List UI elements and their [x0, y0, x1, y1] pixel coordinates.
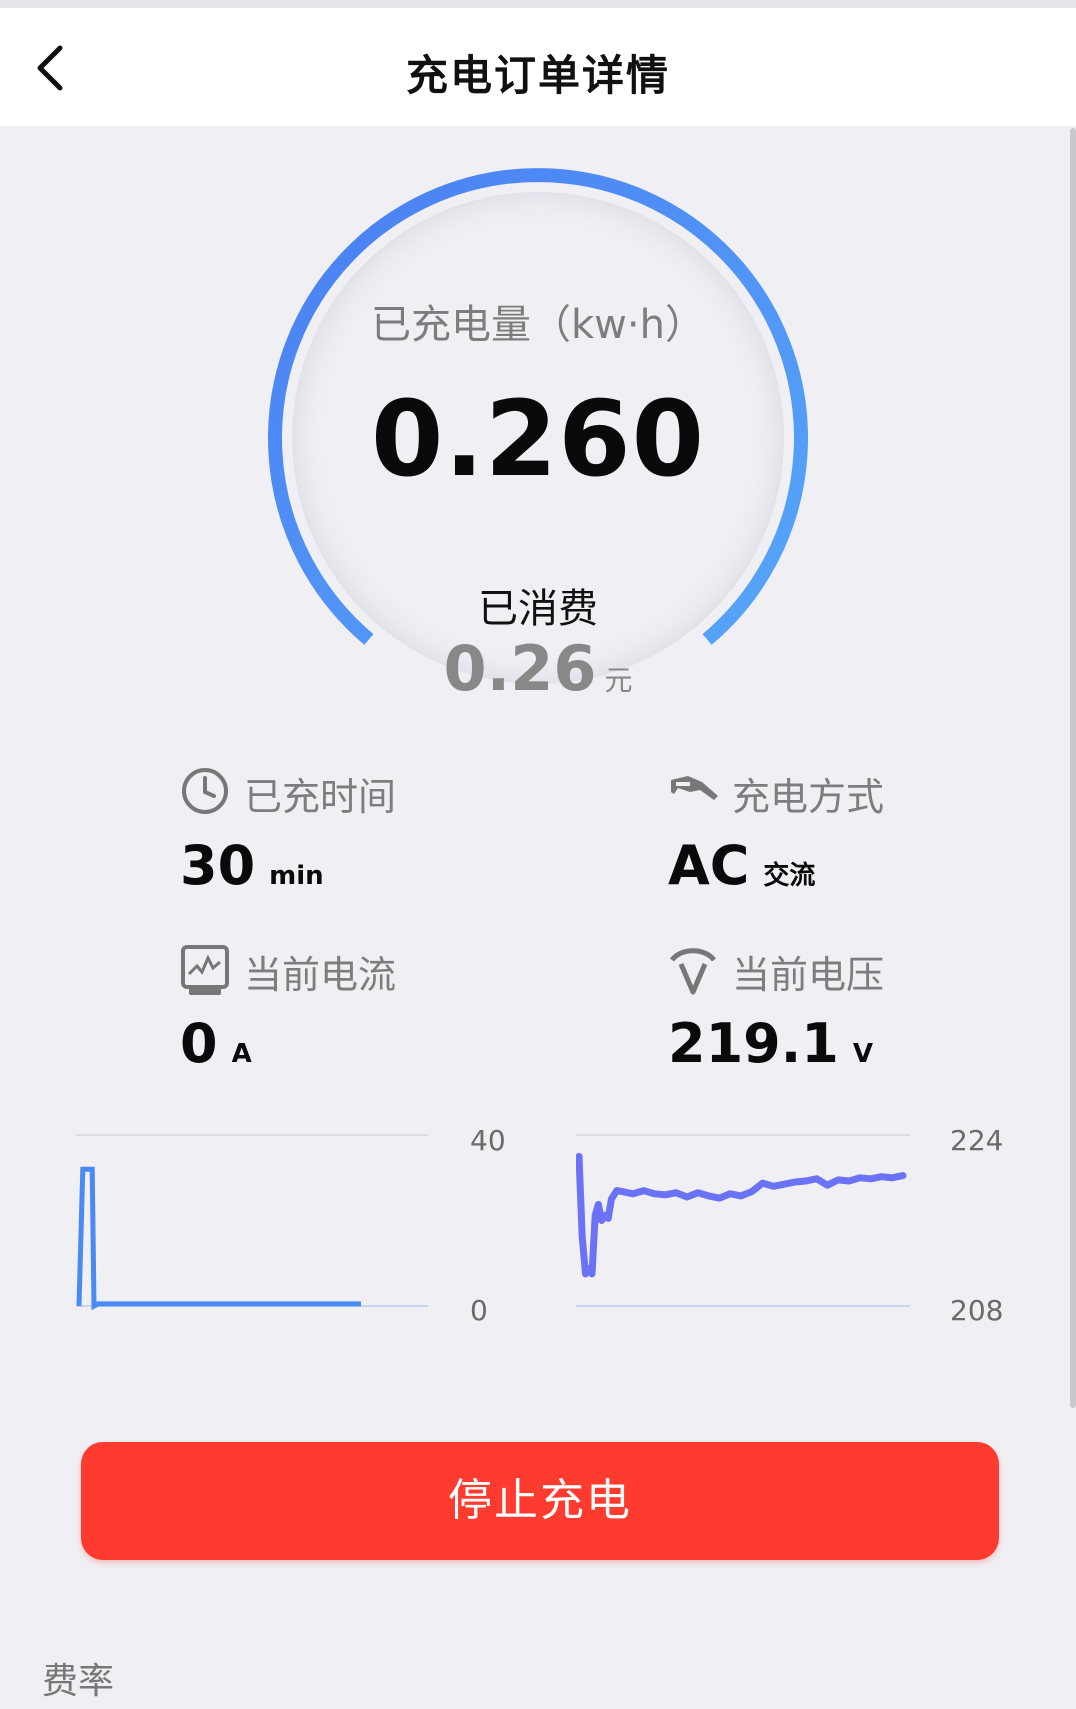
stat-charge-mode: 充电方式 AC 交流 [668, 762, 1028, 902]
voltage-ymin-label: 208 [950, 1294, 1004, 1327]
charge-time-label: 已充时间 [244, 775, 397, 819]
charge-mode-unit: 交流 [763, 861, 816, 891]
status-strip [0, 0, 1076, 8]
voltage-ymax-label: 224 [950, 1124, 1004, 1157]
stop-charging-button[interactable]: 停止充电 [81, 1442, 999, 1560]
current-chart [76, 1130, 496, 1330]
charging-order-page: 充电订单详情 已充电量（kw·h） 0.260 已消费 0.26 元 已充时间 … [0, 0, 1076, 1709]
current-ymin-label: 0 [470, 1294, 488, 1327]
rate-section-title: 费率 [42, 1661, 115, 1702]
charge-mode-label: 充电方式 [732, 775, 885, 819]
spent-label: 已消费 [478, 586, 598, 632]
current-chart-plot [76, 1134, 428, 1311]
current-value: 0 [180, 1012, 218, 1075]
spent-row: 0.26 元 [268, 632, 808, 705]
spent-unit: 元 [604, 664, 633, 697]
stat-voltage: 当前电压 219.1 V [668, 940, 1028, 1080]
current-series-line [76, 1166, 361, 1311]
voltage-series-line [576, 1152, 907, 1278]
charge-mode-value: AC [668, 834, 750, 897]
charging-plug-icon [668, 766, 718, 816]
stat-current: 当前电流 0A [180, 940, 540, 1080]
voltage-chart-plot [576, 1134, 910, 1307]
voltage-value: 219.1 [668, 1012, 839, 1075]
voltage-chart [576, 1130, 996, 1330]
voltage-icon [668, 944, 718, 995]
energy-value: 0.260 [371, 378, 705, 500]
energy-label: 已充电量（kw·h） [371, 302, 705, 348]
page-title: 充电订单详情 [405, 51, 670, 100]
current-label: 当前电流 [244, 953, 397, 997]
voltage-label: 当前电压 [732, 953, 885, 997]
stat-charge-time: 已充时间 30 min [180, 762, 540, 902]
charge-time-value: 30 [180, 834, 256, 897]
header: 充电订单详情 [0, 8, 1076, 126]
energy-gauge: 已充电量（kw·h） 0.260 已消费 0.26 元 [268, 168, 808, 708]
current-unit: A [231, 1039, 252, 1069]
current-meter-icon [180, 944, 230, 995]
clock-icon [180, 766, 230, 816]
scrollbar[interactable] [1070, 128, 1076, 1408]
current-ymax-label: 40 [470, 1124, 506, 1157]
charge-time-unit: min [269, 861, 324, 891]
voltage-unit: V [852, 1039, 873, 1069]
spent-value: 0.26 [443, 632, 597, 705]
